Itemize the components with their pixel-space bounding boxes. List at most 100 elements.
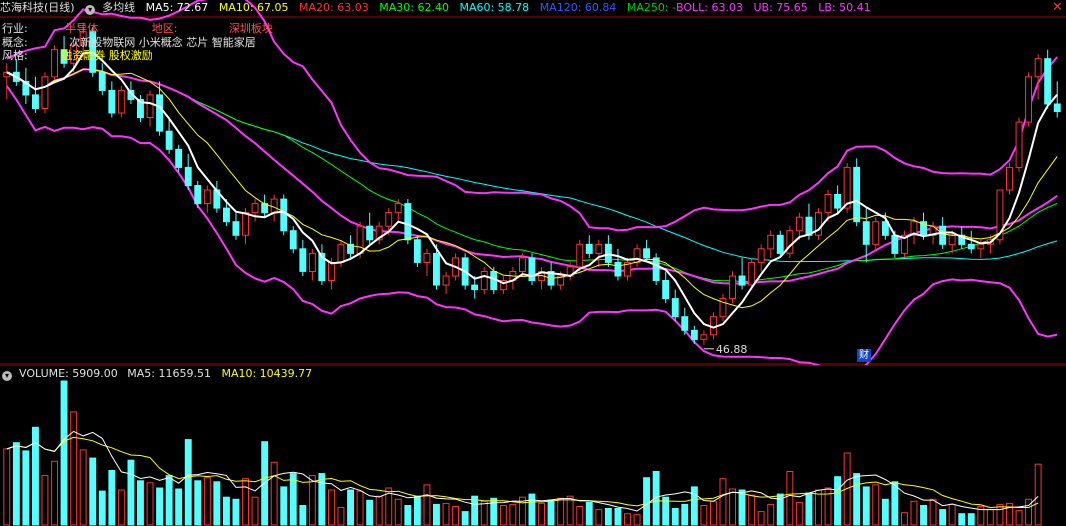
volume-bar[interactable] (366, 499, 374, 526)
candlestick[interactable] (767, 230, 775, 258)
volume-bar[interactable] (710, 500, 717, 526)
volume-bar[interactable] (1015, 510, 1023, 526)
candlestick[interactable] (184, 153, 192, 190)
candlestick[interactable] (413, 235, 421, 267)
volume-bar[interactable] (184, 439, 192, 526)
volume-bar[interactable] (891, 481, 899, 526)
candlestick[interactable] (757, 244, 765, 272)
volume-bar[interactable] (175, 488, 183, 526)
candlestick[interactable] (595, 239, 603, 267)
chevron-down-icon[interactable]: ▾ (85, 5, 96, 15)
candlestick[interactable] (280, 194, 288, 236)
volume-bar[interactable] (356, 490, 364, 526)
volume-bar[interactable] (967, 513, 975, 526)
volume-bar[interactable] (375, 495, 383, 526)
candlestick[interactable] (1053, 81, 1061, 118)
volume-bar[interactable] (624, 513, 631, 526)
volume-bar[interactable] (299, 505, 307, 526)
volume-bar[interactable] (146, 482, 154, 526)
volume-bar[interactable] (461, 511, 469, 526)
volume-bar[interactable] (22, 450, 30, 526)
volume-bar[interactable] (767, 503, 775, 526)
volume-bar[interactable] (289, 473, 297, 526)
candlestick[interactable] (786, 226, 794, 258)
volume-bar[interactable] (280, 486, 288, 526)
candlestick[interactable] (98, 63, 106, 95)
volume-bar[interactable] (117, 489, 125, 526)
volume-bar[interactable] (786, 471, 794, 526)
volume-bar[interactable] (433, 503, 440, 526)
candlestick[interactable] (213, 180, 221, 213)
volume-bar[interactable] (719, 478, 727, 526)
candlestick[interactable] (662, 271, 670, 304)
volume-bar[interactable] (394, 498, 402, 526)
volume-bar[interactable] (748, 494, 756, 526)
candlestick[interactable] (261, 194, 269, 218)
candlestick[interactable] (366, 212, 374, 245)
volume-bar[interactable] (853, 473, 861, 526)
volume-bar[interactable] (681, 503, 689, 526)
volume-bar[interactable] (996, 503, 1004, 526)
candlestick[interactable] (299, 239, 307, 276)
volume-bar[interactable] (862, 486, 870, 526)
candlestick[interactable] (1034, 54, 1042, 100)
volume-bar[interactable] (757, 511, 765, 526)
volume-bar[interactable] (538, 502, 545, 526)
candlestick[interactable] (375, 221, 383, 245)
candlestick[interactable] (32, 76, 39, 114)
volume-bar[interactable] (347, 489, 355, 526)
volume-bar[interactable] (939, 509, 947, 526)
candlestick[interactable] (308, 248, 316, 281)
candlestick[interactable] (901, 230, 908, 258)
candlestick[interactable] (729, 271, 736, 304)
volume-bar[interactable] (585, 501, 593, 526)
volume-bar[interactable] (948, 503, 956, 526)
volume-bar[interactable] (318, 473, 326, 526)
volume-bar[interactable] (108, 470, 116, 526)
candlestick[interactable] (108, 81, 116, 118)
industry-value[interactable]: 半导体 (65, 22, 98, 35)
candlestick[interactable] (576, 239, 584, 272)
volume-bar[interactable] (213, 481, 221, 526)
volume-bar[interactable] (958, 513, 966, 526)
volume-bar[interactable] (471, 495, 479, 526)
volume-bar[interactable] (604, 508, 612, 526)
volume-bar[interactable] (557, 497, 565, 526)
candlestick[interactable] (547, 262, 555, 290)
indicator-selector[interactable]: ▾ 多均线 (85, 1, 139, 15)
volume-bar[interactable] (729, 488, 736, 526)
volume-bar[interactable] (738, 489, 746, 526)
candlestick[interactable] (719, 294, 727, 322)
candlestick[interactable] (528, 253, 536, 286)
volume-bar[interactable] (337, 507, 345, 526)
candlestick[interactable] (175, 144, 183, 172)
candlestick[interactable] (289, 226, 297, 254)
price-chart[interactable]: 46.88 (0, 0, 1066, 365)
volume-bar[interactable] (3, 448, 11, 526)
finance-badge[interactable]: 财 (857, 349, 871, 362)
volume-bar[interactable] (60, 380, 68, 526)
volume-bar[interactable] (452, 506, 460, 526)
volume-bar[interactable] (929, 498, 937, 526)
candlestick[interactable] (624, 257, 631, 281)
volume-bar[interactable] (51, 460, 58, 526)
volume-bar[interactable] (795, 501, 803, 526)
volume-bar[interactable] (920, 505, 927, 526)
volume-bar[interactable] (270, 461, 278, 526)
volume-bar[interactable] (499, 505, 507, 526)
candlestick[interactable] (738, 257, 746, 290)
volume-bar[interactable] (1034, 463, 1042, 526)
volume-bar[interactable] (41, 475, 49, 526)
candlestick[interactable] (872, 217, 880, 249)
volume-bar[interactable] (70, 411, 78, 526)
volume-bar[interactable] (251, 496, 259, 526)
candlestick[interactable] (251, 199, 259, 222)
candlestick[interactable] (967, 230, 975, 254)
volume-bar[interactable] (165, 475, 173, 526)
volume-bar[interactable] (156, 487, 164, 526)
volume-bar[interactable] (576, 506, 584, 526)
volume-bar[interactable] (12, 442, 20, 526)
volume-bar[interactable] (671, 508, 679, 526)
concept-value[interactable]: 次新股物联网 小米概念 芯片 智能家居 (69, 36, 256, 49)
volume-bar[interactable] (910, 500, 918, 526)
